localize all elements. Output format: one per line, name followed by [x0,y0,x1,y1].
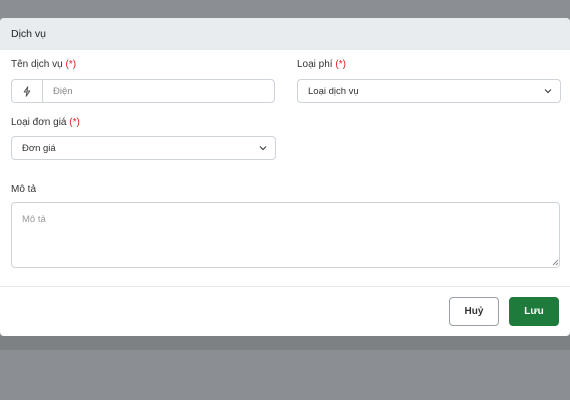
save-button[interactable]: Lưu [509,297,559,326]
modal-backdrop [0,336,570,400]
unit-price-type-label: Loại đơn giá (*) [11,117,80,128]
unit-price-type-select[interactable]: Đơn giá [11,136,276,160]
bolt-icon [12,80,43,102]
required-mark: (*) [65,59,77,70]
footer-divider [0,286,570,287]
fee-type-select[interactable]: Loại dịch vụ [297,79,561,103]
cancel-button[interactable]: Huỷ [449,297,499,326]
description-textarea[interactable] [11,202,560,268]
service-modal: Dịch vụ Tên dịch vụ (*) Loại phí (*) Loạ… [0,18,570,336]
fee-type-label: Loại phí (*) [297,59,346,70]
modal-header: Dịch vụ [0,18,570,50]
fee-type-value: Loại dịch vụ [308,85,359,97]
service-name-input[interactable] [43,80,274,102]
description-label: Mô tả [11,184,37,195]
required-mark: (*) [335,59,346,70]
service-name-field [11,79,275,103]
chevron-down-icon [259,146,267,151]
unit-price-type-value: Đơn giá [22,142,56,154]
chevron-down-icon [544,89,552,94]
modal-title: Dịch vụ [11,28,47,40]
resize-handle-icon[interactable] [552,259,559,266]
required-mark: (*) [69,117,80,128]
service-name-label: Tên dịch vụ (*) [11,59,77,70]
